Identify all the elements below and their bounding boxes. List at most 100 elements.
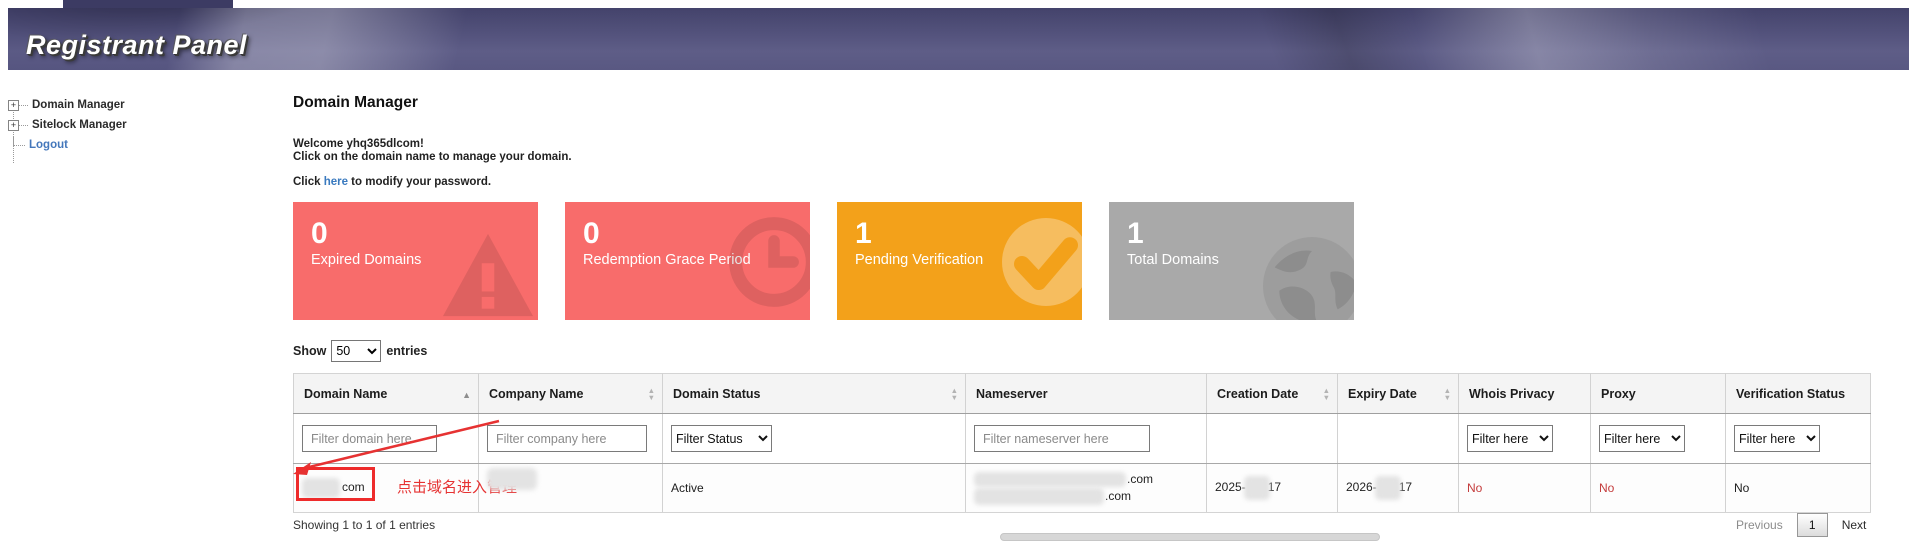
tree-corner (13, 136, 25, 146)
previous-button[interactable]: Previous (1728, 514, 1791, 536)
welcome-line2: Click on the domain name to manage your … (293, 151, 572, 164)
filter-whois-select[interactable]: Filter here (1467, 425, 1553, 452)
col-label: Whois Privacy (1469, 387, 1554, 401)
sort-both-icon[interactable] (1323, 387, 1330, 401)
card-value: 0 (583, 218, 810, 250)
col-label: Nameserver (976, 387, 1048, 401)
filter-cell-domain (294, 414, 479, 464)
col-label: Expiry Date (1348, 387, 1417, 401)
col-header-expiry-date[interactable]: Expiry Date (1338, 374, 1459, 414)
filter-cell-nameserver (966, 414, 1207, 464)
banner: Registrant Panel (8, 8, 1909, 70)
cell-verification-status: No (1726, 464, 1871, 513)
col-label: Domain Status (673, 387, 761, 401)
filter-cell-verification: Filter here (1726, 414, 1871, 464)
filter-cell-expiry (1338, 414, 1459, 464)
col-label: Verification Status (1736, 387, 1845, 401)
page-title: Domain Manager (293, 94, 418, 112)
expiry-date-suffix: 17 (1399, 480, 1412, 494)
creation-date-prefix: 2025- (1215, 480, 1246, 494)
col-label: Proxy (1601, 387, 1636, 401)
filter-cell-whois: Filter here (1459, 414, 1591, 464)
banner-title: Registrant Panel (26, 30, 247, 61)
col-label: Company Name (489, 387, 583, 401)
cell-domain-status: Active (663, 464, 966, 513)
entries-label: entries (386, 344, 427, 358)
nameserver-line: .com (974, 471, 1198, 488)
sort-asc-icon[interactable] (462, 387, 471, 401)
card-label: Redemption Grace Period (583, 252, 810, 268)
show-label: Show (293, 344, 326, 358)
col-header-creation-date[interactable]: Creation Date (1207, 374, 1338, 414)
card-value: 0 (311, 218, 538, 250)
expand-plus-icon[interactable] (8, 120, 19, 131)
filter-cell-company (479, 414, 663, 464)
cell-nameserver: .com .com (966, 464, 1207, 513)
col-header-nameserver[interactable]: Nameserver (966, 374, 1207, 414)
sidebar-item-label[interactable]: Domain Manager (32, 99, 125, 111)
table-header-row: Domain Name Company Name Domain Status N… (294, 374, 1871, 414)
filter-cell-proxy: Filter here (1591, 414, 1726, 464)
modify-password-link[interactable]: here (324, 176, 348, 188)
sort-both-icon[interactable] (648, 387, 655, 401)
password-line-prefix: Click (293, 176, 324, 188)
sort-both-icon[interactable] (951, 387, 958, 401)
welcome-line1: Welcome yhq365dlcom! (293, 138, 572, 151)
redacted-date-blob (1375, 476, 1401, 500)
col-header-domain-status[interactable]: Domain Status (663, 374, 966, 414)
registrant-panel-page: Registrant Panel Domain Manager Sitelock… (0, 0, 1917, 542)
col-header-proxy[interactable]: Proxy (1591, 374, 1726, 414)
filter-verification-select[interactable]: Filter here (1734, 425, 1820, 452)
password-line-suffix: to modify your password. (348, 176, 491, 188)
password-line: Click here to modify your password. (293, 176, 491, 188)
welcome-text: Welcome yhq365dlcom! Click on the domain… (293, 138, 572, 164)
entries-control: Show 50 entries (293, 340, 427, 362)
col-label: Domain Name (304, 387, 387, 401)
expand-plus-icon[interactable] (8, 100, 19, 111)
col-header-domain-name[interactable]: Domain Name (294, 374, 479, 414)
filter-cell-status: Filter Status (663, 414, 966, 464)
col-header-verification-status[interactable]: Verification Status (1726, 374, 1871, 414)
sidebar-item-sitelock-manager[interactable]: Sitelock Manager (8, 115, 268, 135)
logout-link[interactable]: Logout (29, 139, 68, 151)
filter-proxy-select[interactable]: Filter here (1599, 425, 1685, 452)
cell-expiry-date: 2026- 17 (1338, 464, 1459, 513)
redacted-nameserver-blob (974, 472, 1126, 487)
card-value: 1 (855, 218, 1082, 250)
entries-select[interactable]: 50 (331, 340, 381, 362)
nameserver-line: .com (974, 488, 1198, 505)
card-expired-domains: 0 Expired Domains (293, 202, 538, 320)
col-header-company-name[interactable]: Company Name (479, 374, 663, 414)
page-1-button[interactable]: 1 (1797, 513, 1828, 537)
sidebar-item-logout[interactable]: Logout (8, 135, 268, 155)
tree-dots (19, 105, 28, 106)
sidebar-item-domain-manager[interactable]: Domain Manager (8, 95, 268, 115)
expiry-date-prefix: 2026- (1346, 480, 1377, 494)
card-label: Pending Verification (855, 252, 1082, 268)
filter-company-input[interactable] (487, 425, 647, 452)
horizontal-scrollbar-thumb[interactable] (1000, 533, 1380, 541)
card-label: Expired Domains (311, 252, 538, 268)
filter-cell-creation (1207, 414, 1338, 464)
sidebar-item-label[interactable]: Sitelock Manager (32, 119, 127, 131)
card-pending-verification: 1 Pending Verification (837, 202, 1082, 320)
filter-domain-input[interactable] (302, 425, 437, 452)
cell-whois-privacy: No (1459, 464, 1591, 513)
col-label: Creation Date (1217, 387, 1298, 401)
stat-cards-row: 0 Expired Domains 0 Redemption Grace Per… (293, 202, 1354, 320)
tree-dots (19, 125, 28, 126)
cell-creation-date: 2025-17 (1207, 464, 1338, 513)
cell-proxy: No (1591, 464, 1726, 513)
sort-both-icon[interactable] (1444, 387, 1451, 401)
pagination: Previous 1 Next (1728, 513, 1874, 537)
card-value: 1 (1127, 218, 1354, 250)
showing-entries-text: Showing 1 to 1 of 1 entries (293, 518, 435, 532)
redacted-blob (487, 468, 537, 490)
col-header-whois-privacy[interactable]: Whois Privacy (1459, 374, 1591, 414)
card-label: Total Domains (1127, 252, 1354, 268)
filter-nameserver-input[interactable] (974, 425, 1150, 452)
redacted-date-blob (1244, 476, 1270, 500)
card-redemption-grace: 0 Redemption Grace Period (565, 202, 810, 320)
filter-status-select[interactable]: Filter Status (671, 425, 772, 452)
next-button[interactable]: Next (1834, 514, 1875, 536)
